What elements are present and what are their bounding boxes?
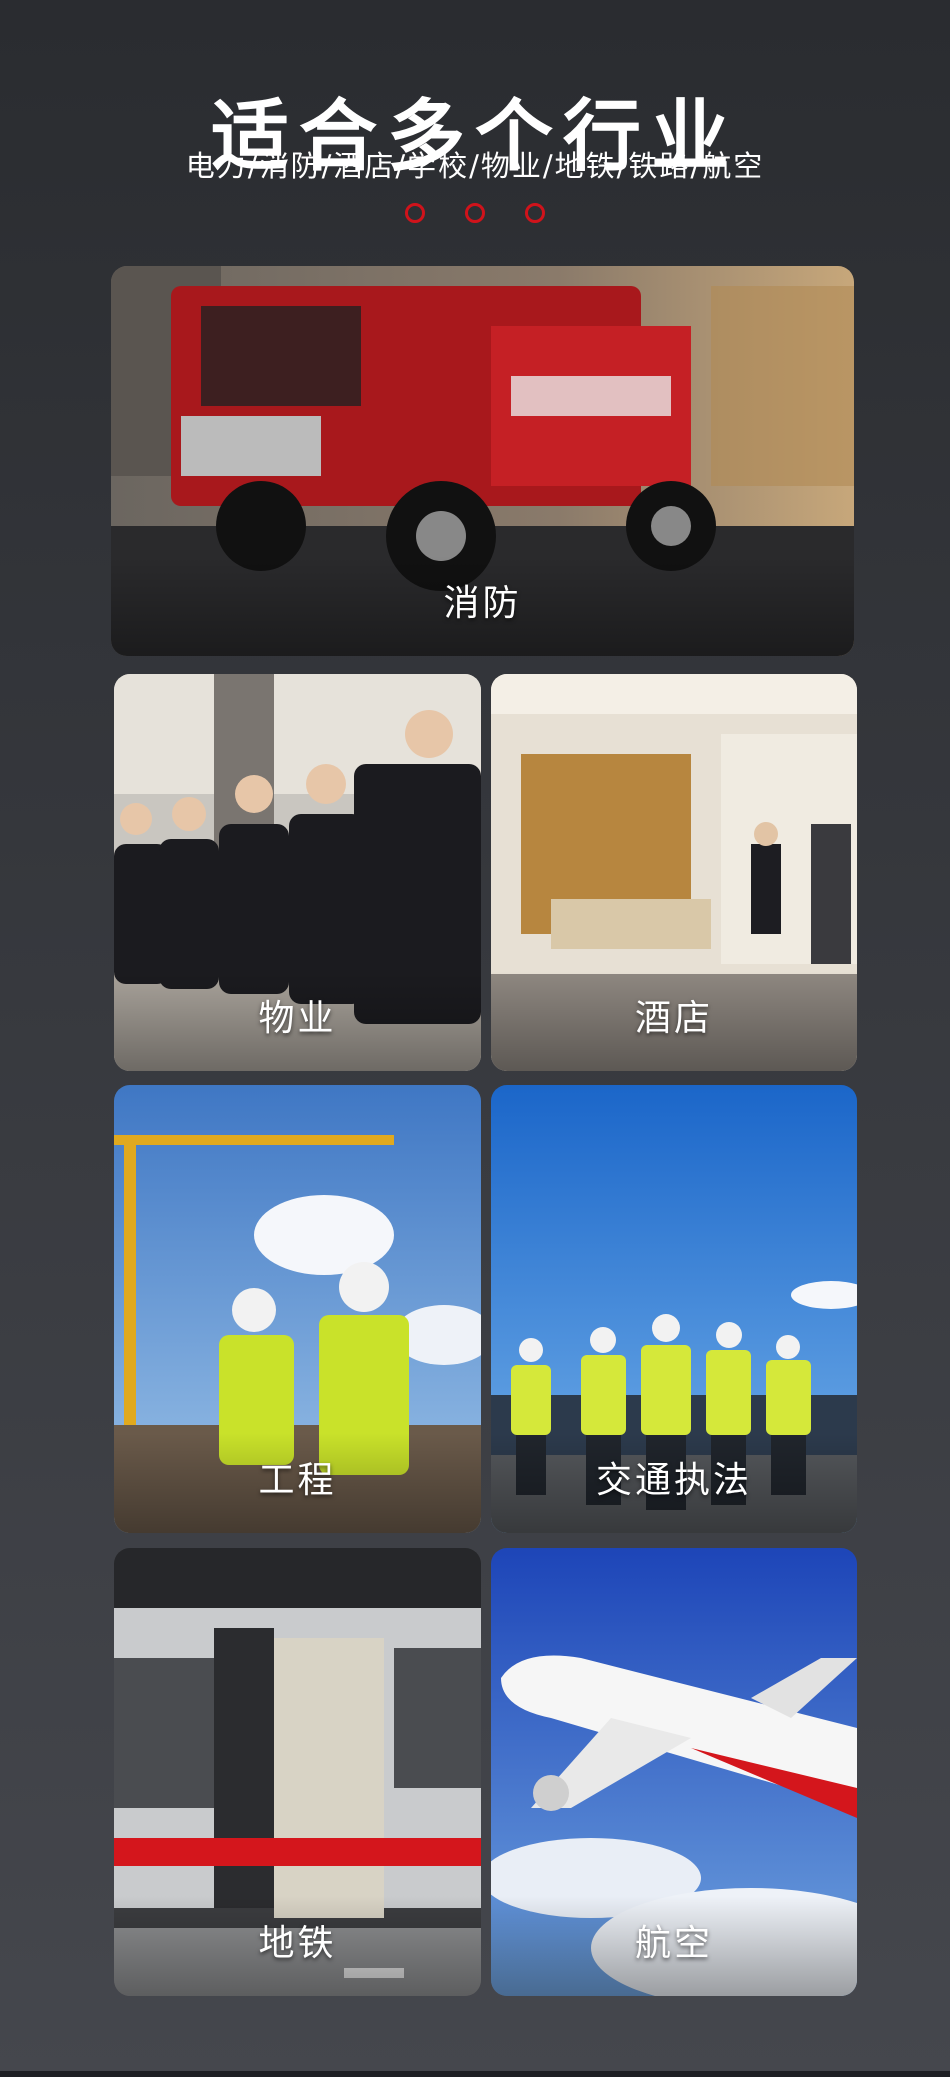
card-label: 交通执法 — [595, 1460, 752, 1501]
circle-icon — [465, 203, 485, 223]
circle-icon — [525, 203, 545, 223]
card-label: 地铁 — [258, 1923, 337, 1964]
decorative-dots — [0, 203, 950, 223]
industry-card-engineering[interactable]: 工程 — [114, 1085, 481, 1533]
industry-card-subway[interactable]: 地铁 — [114, 1548, 481, 1996]
industry-card-fire[interactable]: 消防 — [111, 266, 854, 656]
industry-card-property[interactable]: 物业 — [114, 674, 481, 1071]
circle-icon — [405, 203, 425, 223]
card-label: 酒店 — [634, 998, 713, 1039]
industry-card-aviation[interactable]: 航空 — [491, 1548, 857, 1996]
card-label: 物业 — [258, 998, 337, 1039]
card-label: 航空 — [634, 1923, 713, 1964]
industries-subtitle: 电力/消防/酒店/学校/物业/地铁/铁路/航空 — [185, 149, 765, 183]
bottom-divider — [0, 2071, 950, 2077]
card-label: 工程 — [258, 1460, 337, 1501]
card-label: 消防 — [443, 583, 522, 624]
industry-card-traffic[interactable]: 交通执法 — [491, 1085, 857, 1533]
industry-card-hotel[interactable]: 酒店 — [491, 674, 857, 1071]
